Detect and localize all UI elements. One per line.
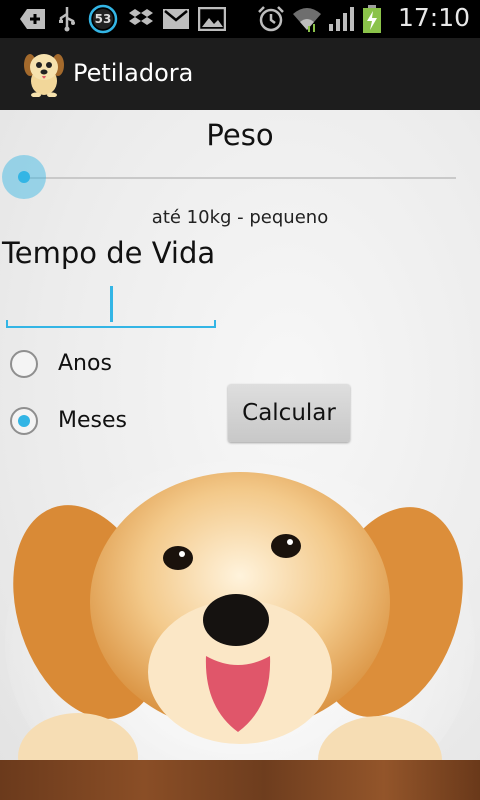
input-underline-tick-right xyxy=(214,320,216,328)
wifi-icon xyxy=(292,6,322,32)
clock: 17:10 xyxy=(397,3,470,32)
radio-anos[interactable] xyxy=(10,350,38,378)
text-cursor xyxy=(110,286,113,322)
calcular-button[interactable]: Calcular xyxy=(228,384,350,442)
notification-count: 53 xyxy=(94,12,112,26)
gmail-icon xyxy=(162,6,190,32)
peso-slider-track[interactable] xyxy=(24,177,456,179)
alarm-icon xyxy=(257,6,285,32)
gallery-icon xyxy=(198,6,226,32)
signal-icon xyxy=(328,6,356,32)
dog-logo-icon[interactable] xyxy=(22,51,66,98)
input-underline-tick-left xyxy=(6,320,8,328)
slider-thumb-dot xyxy=(18,171,30,183)
app-title: Petiladora xyxy=(73,59,194,87)
action-bar: Petiladora xyxy=(0,38,480,110)
radio-meses-selected-dot xyxy=(18,415,30,427)
tempo-de-vida-input[interactable] xyxy=(6,282,216,328)
wooden-floor xyxy=(0,760,480,800)
input-underline xyxy=(6,326,216,328)
usb-icon xyxy=(56,6,78,32)
tempo-de-vida-label: Tempo de Vida xyxy=(2,236,216,270)
dropbox-icon xyxy=(128,6,154,32)
peso-slider-thumb[interactable] xyxy=(2,155,46,199)
radio-meses[interactable] xyxy=(10,407,38,435)
radio-anos-label[interactable]: Anos xyxy=(58,351,112,376)
main-content: Peso até 10kg - pequeno Tempo de Vida An… xyxy=(0,110,480,800)
battery-charging-icon xyxy=(362,5,382,33)
sync-badge-icon: 53 xyxy=(88,4,118,34)
peso-label: Peso xyxy=(206,118,274,152)
puppy-image xyxy=(5,452,475,800)
peso-description: até 10kg - pequeno xyxy=(151,207,329,228)
add-icon xyxy=(18,6,48,32)
status-bar: 53 17:10 xyxy=(0,0,480,38)
radio-meses-label[interactable]: Meses xyxy=(58,408,127,433)
